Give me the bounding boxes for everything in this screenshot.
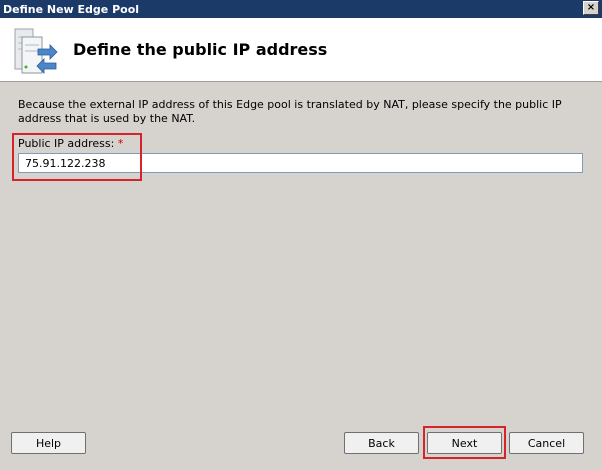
back-button[interactable]: Back xyxy=(344,432,419,454)
title-bar: Define New Edge Pool × xyxy=(0,0,602,18)
close-icon: × xyxy=(586,2,596,13)
wizard-header: Define the public IP address xyxy=(0,18,602,82)
close-button[interactable]: × xyxy=(583,1,599,15)
help-button[interactable]: Help xyxy=(11,432,86,454)
required-marker: * xyxy=(117,137,124,150)
public-ip-label-text: Public IP address: xyxy=(18,137,115,150)
public-ip-input[interactable] xyxy=(18,153,583,173)
next-button[interactable]: Next xyxy=(427,432,502,454)
window-title: Define New Edge Pool xyxy=(3,2,140,16)
description-text: Because the external IP address of this … xyxy=(18,98,562,125)
cancel-button[interactable]: Cancel xyxy=(509,432,584,454)
server-network-icon xyxy=(14,28,58,74)
public-ip-label: Public IP address: * xyxy=(18,137,123,150)
page-title: Define the public IP address xyxy=(73,40,328,59)
